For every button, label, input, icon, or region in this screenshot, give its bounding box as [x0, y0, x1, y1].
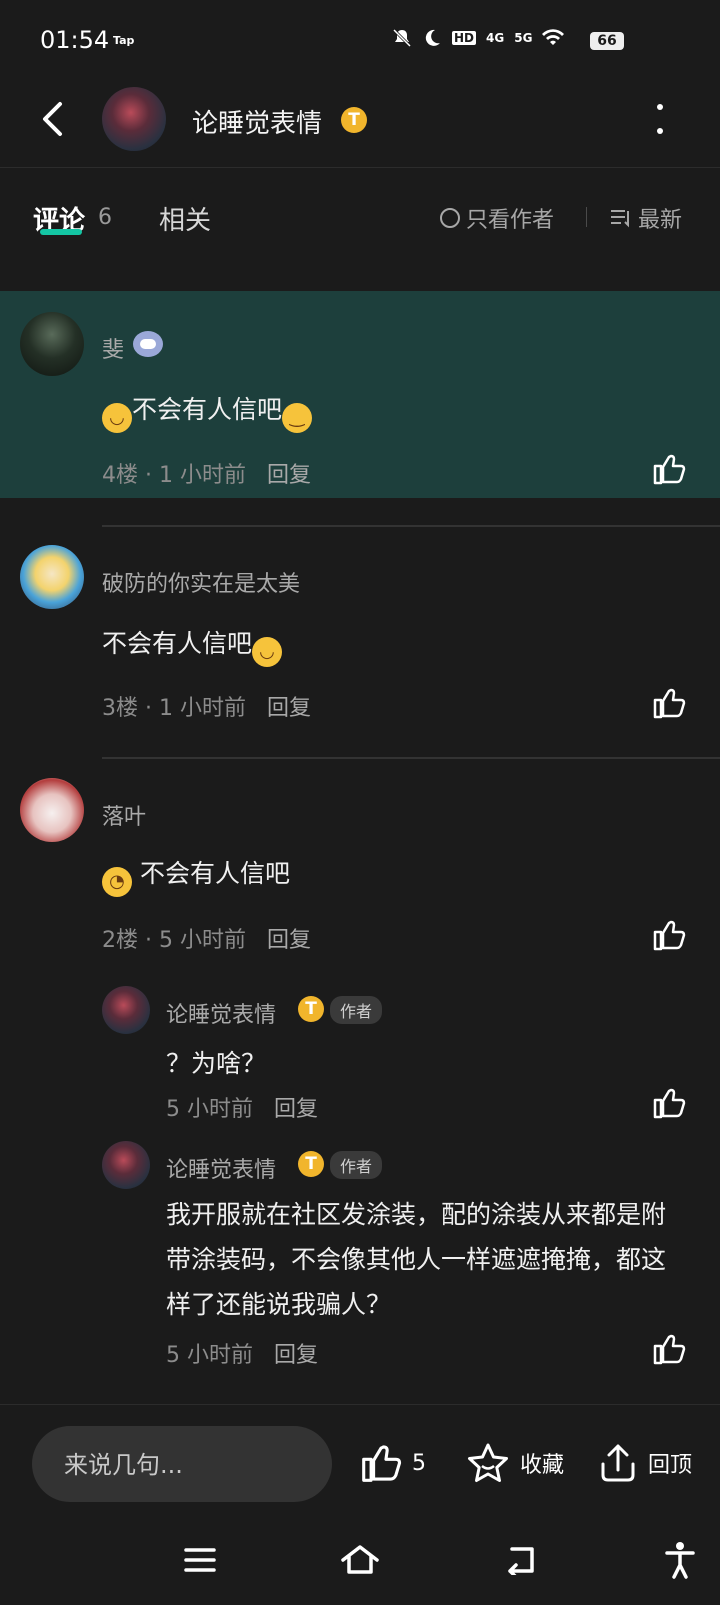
reply-content: 我开服就在社区发涂装，配的涂装从来都是附带涂装码，不会像其他人一样遮遮掩掩，都这… [166, 1200, 667, 1319]
reply-button[interactable]: 回复 [267, 928, 311, 953]
reply-content: ？为啥？ [166, 1049, 267, 1078]
wifi-icon [542, 29, 565, 45]
thumbs-up-icon[interactable] [652, 686, 686, 720]
accessibility-button[interactable] [660, 1540, 700, 1580]
status-app-label: Tap [113, 34, 135, 47]
comment-content: 不会有人信吧 ◡ [102, 624, 283, 667]
more-dot-icon [657, 128, 663, 134]
reply-button[interactable]: 回复 [267, 463, 311, 488]
nav-home-button[interactable] [340, 1540, 380, 1580]
comment-meta: 2楼 · 5 小时前 回复 [102, 928, 311, 953]
header-divider [0, 167, 720, 168]
top-label: 回顶 [648, 1453, 693, 1478]
reply-button[interactable]: 回复 [274, 1097, 318, 1122]
reply-button[interactable]: 回复 [267, 696, 311, 721]
accessibility-icon [665, 1542, 695, 1579]
mute-icon [392, 28, 412, 48]
comment-field[interactable] [32, 1426, 326, 1504]
avatar[interactable] [20, 545, 84, 609]
home-icon [341, 1545, 379, 1574]
back-button[interactable] [34, 96, 70, 142]
thumbs-up-icon[interactable] [652, 1086, 686, 1120]
collect-button[interactable]: 收藏 [466, 1442, 564, 1484]
active-tab-indicator [40, 229, 82, 235]
comment-divider [102, 525, 720, 527]
tongue-emoji-icon: ◡ [252, 637, 283, 667]
back-arrow-icon [43, 102, 62, 136]
like-count: 5 [412, 1450, 426, 1476]
sort-button[interactable]: 最新 [610, 202, 682, 234]
share-upload-icon [601, 1444, 635, 1482]
status-time: 01:54 [40, 26, 110, 54]
page-title[interactable]: 论睡觉表情 [192, 103, 322, 140]
avatar[interactable] [102, 986, 150, 1034]
eye-roll-emoji-icon: ◔ [102, 867, 132, 897]
comment-meta: 4楼 · 1 小时前 回复 [102, 463, 311, 488]
more-dot-icon [657, 104, 663, 110]
level-badge: T [298, 1151, 324, 1177]
thumbs-up-icon[interactable] [652, 918, 686, 952]
comment-input[interactable] [32, 1426, 332, 1504]
thumbs-up-icon[interactable] [652, 1332, 686, 1366]
4g-signal-icon: 4G [486, 31, 505, 45]
nav-menu-button[interactable] [180, 1540, 220, 1580]
status-icons: HD 4G 5G [392, 28, 565, 48]
thumbs-up-icon [362, 1445, 402, 1482]
avatar[interactable] [20, 312, 84, 376]
battery-indicator: 66 [590, 32, 624, 50]
hd-icon: HD [452, 31, 477, 45]
author-tag: 作者 [330, 1151, 383, 1179]
return-icon [508, 1547, 534, 1575]
author-avatar[interactable] [102, 87, 166, 151]
reply-author[interactable]: 论睡觉表情 [166, 1152, 276, 1184]
level-badge: T [298, 996, 324, 1022]
tab-related[interactable]: 相关 [159, 200, 211, 237]
comment-author[interactable]: 破防的你实在是太美 [102, 566, 300, 598]
avatar[interactable] [102, 1141, 150, 1189]
comment-content: ◔ 不会有人信吧 [102, 854, 290, 897]
reply-meta: 5 小时前 回复 [166, 1343, 319, 1368]
radio-icon [440, 208, 460, 228]
discord-badge-icon [133, 331, 163, 357]
sort-icon [611, 210, 629, 228]
author-only-label: 只看作者 [466, 208, 555, 233]
level-badge: T [341, 107, 367, 133]
author-tag: 作者 [330, 996, 383, 1024]
reply-author[interactable]: 论睡觉表情 [166, 997, 276, 1029]
sort-label: 最新 [638, 208, 683, 233]
reply-button[interactable]: 回复 [274, 1343, 318, 1368]
author-only-toggle[interactable]: 只看作者 [440, 202, 554, 234]
star-icon [468, 1443, 508, 1482]
comment-author[interactable]: 落叶 [102, 799, 146, 831]
comment-divider [102, 757, 720, 759]
back-to-top-button[interactable]: 回顶 [598, 1442, 692, 1484]
thumbs-up-icon[interactable] [652, 452, 686, 486]
moon-icon [425, 29, 440, 46]
comment-meta: 3楼 · 1 小时前 回复 [102, 696, 311, 721]
comments-count: 6 [98, 205, 112, 230]
menu-icon [184, 1548, 216, 1572]
collect-label: 收藏 [520, 1453, 565, 1478]
bottom-divider [0, 1404, 720, 1405]
smirk-emoji-icon: ‿ [282, 403, 313, 433]
like-button[interactable]: 5 [360, 1442, 426, 1484]
avatar[interactable] [20, 778, 84, 842]
filter-divider [586, 207, 587, 227]
5g-signal-icon: 5G [514, 31, 533, 45]
more-options-button[interactable] [650, 104, 670, 134]
comment-content: ◡ 不会有人信吧 ‿ [102, 390, 313, 433]
comment-author[interactable]: 斐 [102, 332, 124, 364]
tongue-emoji-icon: ◡ [102, 403, 132, 433]
nav-back-button[interactable] [500, 1540, 540, 1580]
reply-meta: 5 小时前 回复 [166, 1097, 319, 1122]
